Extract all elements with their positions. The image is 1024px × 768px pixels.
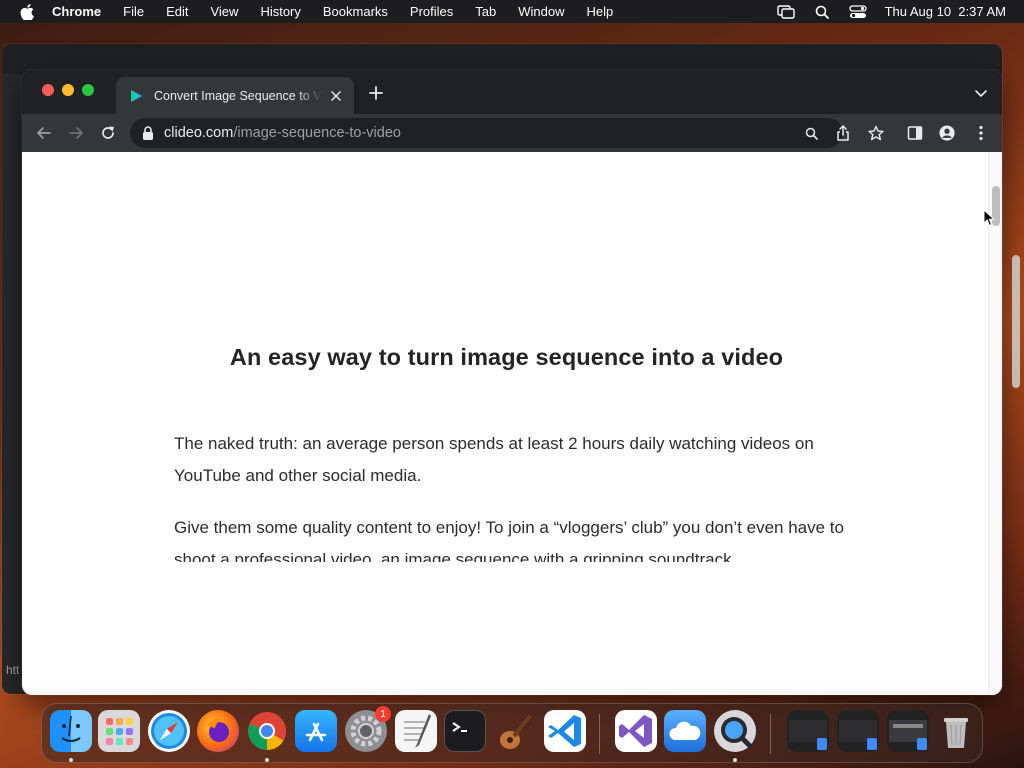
close-tab-icon[interactable] (328, 88, 344, 104)
page-heading: An easy way to turn image sequence into … (229, 344, 784, 370)
running-indicator (265, 758, 269, 762)
running-indicator (733, 758, 737, 762)
article-paragraph-2-clip: Give them some quality content to enjoy!… (174, 512, 849, 562)
dock-separator (770, 714, 771, 754)
url-path: /image-sequence-to-video (233, 125, 401, 141)
menu-help[interactable]: Help (587, 4, 614, 19)
article-paragraph-2: Give them some quality content to enjoy!… (174, 518, 844, 562)
menu-tab[interactable]: Tab (475, 4, 496, 19)
screen-mirroring-icon[interactable] (776, 4, 795, 19)
url-domain: clideo.com (164, 125, 234, 141)
menu-app-name[interactable]: Chrome (52, 4, 101, 19)
side-panel-icon[interactable] (907, 125, 923, 141)
firefox-icon[interactable] (197, 710, 239, 752)
instruments-icon[interactable] (494, 710, 536, 752)
share-icon[interactable] (835, 125, 851, 141)
minimize-window-button[interactable] (62, 84, 74, 96)
bottom-shadow (22, 685, 988, 695)
lock-icon[interactable] (142, 126, 154, 140)
window-controls (42, 84, 94, 96)
dock-separator (599, 714, 600, 754)
apple-menu-icon[interactable] (20, 3, 34, 20)
reload-icon[interactable] (100, 125, 116, 141)
launchpad-icon[interactable] (98, 710, 140, 752)
kebab-menu-icon[interactable] (973, 125, 989, 141)
vscode-icon[interactable] (544, 710, 586, 752)
menu-window[interactable]: Window (518, 4, 564, 19)
menu-edit[interactable]: Edit (166, 4, 188, 19)
profile-avatar-icon[interactable] (939, 125, 955, 141)
browser-window: Convert Image Sequence to Video clideo.c… (22, 70, 1002, 695)
terminal-icon[interactable] (444, 710, 486, 752)
menu-profiles[interactable]: Profiles (410, 4, 453, 19)
background-window-edge-text: htt (6, 663, 20, 677)
mouse-cursor-icon (983, 209, 995, 227)
safari-icon[interactable] (148, 710, 190, 752)
spotlight-search-icon[interactable] (813, 5, 831, 19)
control-center-icon[interactable] (848, 4, 867, 19)
visual-studio-icon[interactable] (615, 710, 657, 752)
bookmark-star-icon[interactable] (868, 125, 884, 141)
chrome-icon[interactable] (246, 710, 288, 752)
window-thumb-icon[interactable] (887, 710, 929, 752)
app-store-icon[interactable] (295, 710, 337, 752)
icloud-icon[interactable] (664, 710, 706, 752)
address-bar[interactable]: clideo.com/image-sequence-to-video (130, 118, 849, 148)
background-window-scrollbar[interactable] (1012, 255, 1020, 388)
dock: 1 (41, 703, 983, 763)
menu-view[interactable]: View (210, 4, 238, 19)
zoom-window-button[interactable] (82, 84, 94, 96)
close-window-button[interactable] (42, 84, 54, 96)
menu-file[interactable]: File (123, 4, 144, 19)
page-content: An easy way to turn image sequence into … (22, 152, 1002, 695)
tab-search-chevron-down-icon[interactable] (974, 86, 988, 100)
running-indicator (69, 758, 73, 762)
trash-icon[interactable] (935, 710, 977, 752)
menu-bar: Chrome File Edit View History Bookmarks … (0, 0, 1024, 23)
page-scrollbar[interactable] (988, 152, 1002, 695)
quicktime-icon[interactable] (714, 710, 756, 752)
new-tab-button[interactable] (368, 85, 384, 101)
window-thumb-icon[interactable] (787, 710, 829, 752)
browser-toolbar: clideo.com/image-sequence-to-video (22, 114, 1002, 152)
article-paragraph-1: The naked truth: an average person spend… (174, 434, 814, 485)
tab-title: Convert Image Sequence to Video (154, 88, 322, 103)
menu-clock[interactable]: Thu Aug 10 2:37 AM (885, 4, 1006, 19)
back-arrow-icon[interactable] (36, 125, 52, 141)
notification-badge: 1 (375, 706, 391, 722)
forward-arrow-icon[interactable] (68, 125, 84, 141)
zoom-search-icon[interactable] (803, 125, 819, 141)
tab-strip: Convert Image Sequence to Video (22, 70, 1002, 114)
finder-icon[interactable] (50, 710, 92, 752)
tab-active[interactable]: Convert Image Sequence to Video (116, 77, 354, 114)
url-text[interactable]: clideo.com/image-sequence-to-video (164, 125, 401, 141)
system-settings-icon[interactable]: 1 (345, 706, 391, 752)
window-thumb-icon[interactable] (837, 710, 879, 752)
textedit-icon[interactable] (395, 710, 437, 752)
menu-bookmarks[interactable]: Bookmarks (323, 4, 388, 19)
clideo-favicon-icon (131, 89, 142, 102)
menu-history[interactable]: History (260, 4, 300, 19)
